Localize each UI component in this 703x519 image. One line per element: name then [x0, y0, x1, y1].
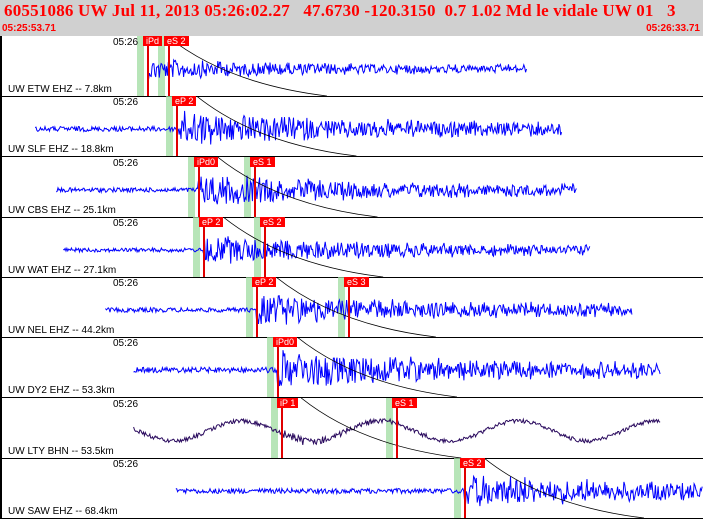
- station-label: UW ETW EHZ -- 7.8km: [8, 84, 112, 95]
- waveform-line: [175, 474, 703, 506]
- pick-label[interactable]: iPd0: [273, 337, 298, 348]
- time-label: 05:26: [113, 278, 139, 289]
- time-label: 05:26: [113, 338, 139, 350]
- travel-time-curve: [300, 397, 462, 458]
- trace-panel[interactable]: iPd0 05:26 UW DY2 EHZ -- 53.3km: [0, 337, 703, 399]
- pick-label[interactable]: eS 1: [250, 156, 275, 167]
- trace-panel[interactable]: eP 2 eS 2 05:26 UW WAT EHZ -- 27.1km: [0, 216, 703, 278]
- pick-label[interactable]: eS 1: [392, 397, 417, 408]
- waveform-line: [55, 175, 577, 204]
- station-label: UW DY2 EHZ -- 53.3km: [8, 385, 115, 397]
- trace-panel[interactable]: eP 2 05:26 UW SLF EHZ -- 18.8km: [0, 96, 703, 158]
- start-time-label: 05:25:53.71: [2, 23, 56, 34]
- waveform-line: [63, 235, 591, 264]
- waveform-line: [147, 58, 527, 80]
- pick-label[interactable]: eS 2: [164, 36, 189, 46]
- event-title: 60551086 UW Jul 11, 2013 05:26:02.27 47.…: [4, 1, 676, 20]
- seismogram-traces[interactable]: iPd eS 2 05:26 UW ETW EHZ -- 7.8km eP 2 05:26…: [0, 36, 703, 519]
- pick-label[interactable]: iPd: [143, 36, 163, 46]
- station-label: UW NEL EHZ -- 44.2km: [8, 325, 115, 336]
- time-label: 05:26: [113, 37, 139, 48]
- event-header: 60551086 UW Jul 11, 2013 05:26:02.27 47.…: [0, 0, 703, 36]
- pick-label[interactable]: eS 2: [460, 457, 485, 468]
- time-label: 05:26: [113, 458, 139, 470]
- time-label: 05:26: [113, 398, 139, 410]
- waveform-line: [133, 350, 661, 387]
- pick-label[interactable]: iPd0: [194, 156, 219, 167]
- waveform-line: [34, 111, 563, 145]
- pick-label[interactable]: eP 2: [252, 277, 277, 287]
- travel-time-curve: [483, 457, 645, 518]
- station-label: UW CBS EHZ -- 25.1km: [8, 204, 116, 216]
- time-label: 05:26: [113, 217, 139, 229]
- trace-panel[interactable]: iPd eS 2 05:26 UW ETW EHZ -- 7.8km: [0, 36, 703, 97]
- station-label: UW LTY BHN -- 53.5km: [8, 445, 114, 457]
- waveform-line: [105, 295, 633, 325]
- pick-label[interactable]: eS 3: [344, 277, 369, 287]
- trace-panel[interactable]: iPd0 eS 1 05:26 UW CBS EHZ -- 25.1km: [0, 156, 703, 218]
- trace-panel[interactable]: iP 1 eS 1 05:26 UW LTY BHN -- 53.5km: [0, 397, 703, 459]
- station-label: UW SLF EHZ -- 18.8km: [8, 144, 114, 156]
- pick-label[interactable]: iP 1: [277, 397, 299, 408]
- end-time-label: 05:26:33.71: [646, 23, 700, 34]
- time-label: 05:26: [113, 157, 139, 169]
- time-label: 05:26: [113, 97, 139, 109]
- pick-label[interactable]: eS 2: [260, 216, 285, 227]
- station-label: UW WAT EHZ -- 27.1km: [8, 264, 117, 276]
- pick-label[interactable]: eP 2: [172, 96, 197, 107]
- station-label: UW SAW EHZ -- 68.4km: [8, 505, 118, 517]
- travel-time-curve: [166, 36, 327, 96]
- pick-label[interactable]: eP 2: [199, 216, 224, 227]
- trace-panel[interactable]: eP 2 eS 3 05:26 UW NEL EHZ -- 44.2km: [0, 277, 703, 338]
- trace-panel[interactable]: eS 2 05:26 UW SAW EHZ -- 68.4km: [0, 457, 703, 519]
